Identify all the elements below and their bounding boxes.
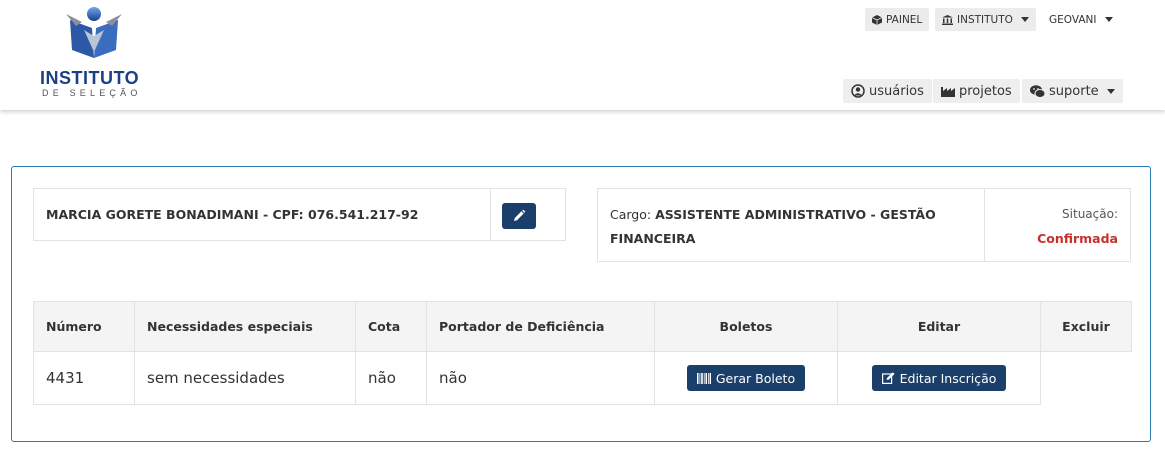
logo-title: INSTITUTO xyxy=(40,68,140,88)
header-boletos: Boletos xyxy=(654,301,838,352)
pencil-icon xyxy=(514,209,526,221)
header-deficiencia: Portador de Deficiência xyxy=(426,301,655,352)
bank-icon xyxy=(942,14,953,25)
editar-inscricao-label: Editar Inscrição xyxy=(899,370,997,386)
chevron-down-icon xyxy=(1020,17,1029,22)
nav-projetos-label: projetos xyxy=(959,83,1012,99)
nav-projetos[interactable]: projetos xyxy=(933,79,1020,103)
candidate-card: MARCIA GORETE BONADIMANI - CPF: 076.541.… xyxy=(33,188,566,241)
nav-suporte-label: suporte xyxy=(1049,83,1099,99)
chevron-down-icon xyxy=(1106,88,1115,94)
editar-inscricao-button[interactable]: Editar Inscrição xyxy=(871,365,1007,391)
inscription-panel: MARCIA GORETE BONADIMANI - CPF: 076.541.… xyxy=(11,166,1151,442)
cargo-text: Cargo: ASSISTENTE ADMINISTRATIVO - GESTÃ… xyxy=(610,203,970,251)
gerar-boleto-label: Gerar Boleto xyxy=(715,370,796,386)
cell-cota: não xyxy=(355,351,427,405)
painel-label: PAINEL xyxy=(886,13,923,26)
cargo-value: ASSISTENTE ADMINISTRATIVO - GESTÃO FINAN… xyxy=(610,207,936,246)
header-excluir: Excluir xyxy=(1040,301,1132,352)
cell-excluir xyxy=(1041,352,1132,405)
table-header-row: Número Necessidades especiais Cota Porta… xyxy=(33,301,1132,352)
logo[interactable]: INSTITUTO DE SELEÇÃO xyxy=(38,6,158,102)
nav-usuarios-label: usuários xyxy=(869,83,924,99)
instituto-dropdown[interactable]: INSTITUTO xyxy=(935,8,1036,31)
user-label: GEOVANI xyxy=(1049,13,1097,26)
status-label: Situação: xyxy=(1062,207,1118,221)
wechat-icon xyxy=(1030,84,1045,98)
header-numero: Número xyxy=(33,301,135,352)
user-dropdown[interactable]: GEOVANI xyxy=(1042,8,1120,31)
gerar-boleto-button[interactable]: Gerar Boleto xyxy=(686,365,806,391)
inscription-table: Número Necessidades especiais Cota Porta… xyxy=(33,301,1132,405)
edit-candidate-button[interactable] xyxy=(502,203,536,229)
chevron-down-icon xyxy=(1104,17,1113,22)
cell-numero: 4431 xyxy=(33,351,135,405)
cell-deficiencia: não xyxy=(426,351,655,405)
header-editar: Editar xyxy=(837,301,1041,352)
nav-suporte[interactable]: suporte xyxy=(1022,79,1123,103)
cargo-label: Cargo: xyxy=(610,207,656,222)
logo-icon xyxy=(66,7,122,58)
instituto-label: INSTITUTO xyxy=(957,13,1013,26)
header-cota: Cota xyxy=(355,301,427,352)
painel-button[interactable]: PAINEL xyxy=(865,8,930,31)
factory-icon xyxy=(941,85,955,97)
nav-usuarios[interactable]: usuários xyxy=(843,79,932,103)
divider xyxy=(984,189,985,261)
site-header: INSTITUTO DE SELEÇÃO PAINEL INSTITUTO GE… xyxy=(0,0,1165,110)
user-circle-icon xyxy=(851,84,865,98)
position-card: Cargo: ASSISTENTE ADMINISTRATIVO - GESTÃ… xyxy=(597,188,1131,262)
cube-icon xyxy=(872,14,882,25)
logo-subtitle: DE SELEÇÃO xyxy=(42,88,142,98)
barcode-icon xyxy=(696,372,711,384)
table-row: 4431 sem necessidades não não Gerar Bole… xyxy=(33,351,1132,405)
header-necessidades: Necessidades especiais xyxy=(134,301,356,352)
cell-boleto: Gerar Boleto xyxy=(654,351,838,405)
cell-editar: Editar Inscrição xyxy=(837,351,1041,405)
status-value: Confirmada xyxy=(1037,231,1118,246)
edit-icon xyxy=(881,372,895,384)
candidate-name: MARCIA GORETE BONADIMANI - CPF: 076.541.… xyxy=(46,207,419,222)
divider xyxy=(490,189,491,240)
cell-necessidades: sem necessidades xyxy=(134,351,356,405)
